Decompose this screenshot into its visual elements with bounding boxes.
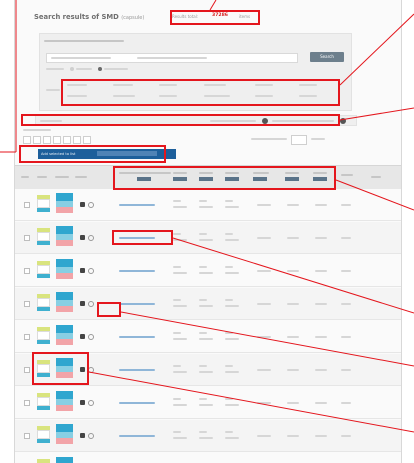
callout-lines <box>0 0 414 433</box>
callout-line <box>339 13 414 86</box>
callout-line <box>172 237 414 314</box>
callout-line <box>120 311 414 367</box>
callout-line <box>88 371 414 433</box>
callout-line <box>209 0 217 11</box>
callout-line <box>335 179 414 211</box>
callout-line <box>339 107 414 121</box>
